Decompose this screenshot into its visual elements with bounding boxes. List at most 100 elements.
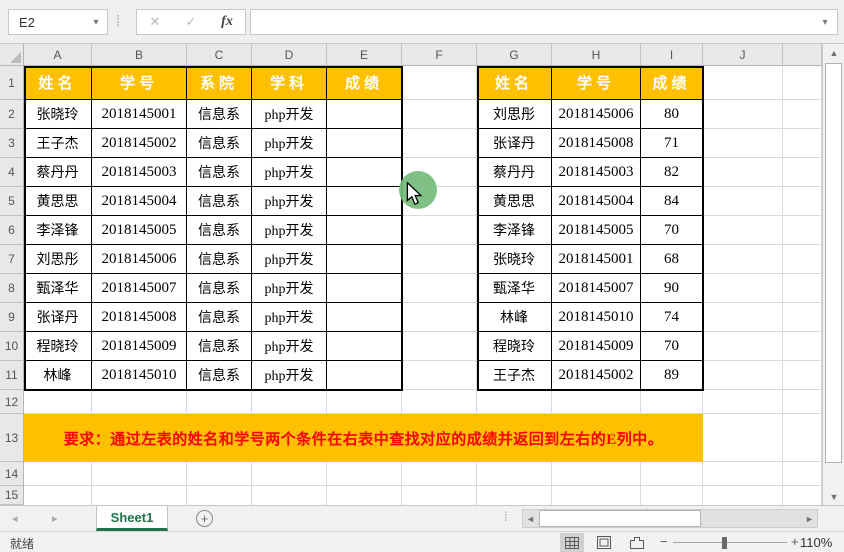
cell-I9[interactable]: 74 (641, 303, 703, 332)
cell[interactable] (783, 361, 822, 390)
cell[interactable] (402, 274, 477, 303)
cell-A11[interactable]: 林峰 (24, 361, 92, 390)
scroll-down-icon[interactable]: ▼ (823, 488, 844, 505)
cell-C7[interactable]: 信息系 (187, 245, 252, 274)
cell[interactable] (703, 462, 783, 486)
column-header-J[interactable]: J (703, 44, 783, 66)
cell[interactable] (783, 158, 822, 187)
row-header-14[interactable]: 14 (0, 462, 24, 486)
cell-B7[interactable]: 2018145006 (92, 245, 187, 274)
page-break-view-button[interactable] (625, 533, 649, 552)
cell[interactable] (402, 245, 477, 274)
cell[interactable] (783, 66, 822, 100)
cell[interactable] (703, 414, 783, 462)
cell-B9[interactable]: 2018145008 (92, 303, 187, 332)
formula-bar[interactable]: ▾ (250, 9, 838, 35)
horizontal-scrollbar-thumb[interactable] (539, 510, 701, 527)
sheet-tab-sheet1[interactable]: Sheet1 (96, 506, 168, 531)
cell-E5[interactable] (327, 187, 402, 216)
cell-I4[interactable]: 82 (641, 158, 703, 187)
cell-C6[interactable]: 信息系 (187, 216, 252, 245)
column-header-I[interactable]: I (641, 44, 703, 66)
cell-I2[interactable]: 80 (641, 100, 703, 129)
cell[interactable] (402, 129, 477, 158)
cell[interactable] (783, 245, 822, 274)
cell-D7[interactable]: php开发 (252, 245, 327, 274)
cell-G4[interactable]: 蔡丹丹 (477, 158, 552, 187)
cell[interactable] (783, 187, 822, 216)
add-sheet-button[interactable]: + (196, 510, 213, 527)
cell[interactable] (783, 462, 822, 486)
cell[interactable] (24, 462, 92, 486)
row-header-4[interactable]: 4 (0, 158, 24, 187)
cell[interactable] (402, 462, 477, 486)
cell[interactable] (703, 274, 783, 303)
cell-E11[interactable] (327, 361, 402, 390)
scroll-left-icon[interactable]: ◄ (523, 510, 538, 527)
cell-D1[interactable]: 学科 (252, 66, 327, 100)
name-box-value[interactable]: E2 (9, 15, 85, 30)
row-header-15[interactable]: 15 (0, 486, 24, 505)
cell[interactable] (252, 462, 327, 486)
row-header-10[interactable]: 10 (0, 332, 24, 361)
row-header-3[interactable]: 3 (0, 129, 24, 158)
cell[interactable] (92, 390, 187, 414)
cell-H1[interactable]: 学号 (552, 66, 641, 100)
column-header-G[interactable]: G (477, 44, 552, 66)
row-header-5[interactable]: 5 (0, 187, 24, 216)
cell-D6[interactable]: php开发 (252, 216, 327, 245)
select-all-corner[interactable] (0, 44, 24, 66)
cell-C2[interactable]: 信息系 (187, 100, 252, 129)
cell-H8[interactable]: 2018145007 (552, 274, 641, 303)
horizontal-scrollbar[interactable]: ◄ ► (522, 509, 818, 528)
row-header-9[interactable]: 9 (0, 303, 24, 332)
cell[interactable] (703, 100, 783, 129)
row-header-2[interactable]: 2 (0, 100, 24, 129)
cell[interactable] (783, 274, 822, 303)
cell-E2[interactable] (327, 100, 402, 129)
cell[interactable] (703, 216, 783, 245)
name-box-chevron-icon[interactable]: ▾ (85, 17, 107, 28)
cell-A7[interactable]: 刘思彤 (24, 245, 92, 274)
cell-A8[interactable]: 甄泽华 (24, 274, 92, 303)
cell-B5[interactable]: 2018145004 (92, 187, 187, 216)
cell-G3[interactable]: 张译丹 (477, 129, 552, 158)
row-header-7[interactable]: 7 (0, 245, 24, 274)
cell-B3[interactable]: 2018145002 (92, 129, 187, 158)
cell[interactable] (783, 414, 822, 462)
cell-I7[interactable]: 68 (641, 245, 703, 274)
cell[interactable] (187, 390, 252, 414)
cell-I11[interactable]: 89 (641, 361, 703, 390)
cell-A5[interactable]: 黄思思 (24, 187, 92, 216)
cell-G10[interactable]: 程晓玲 (477, 332, 552, 361)
cell-A10[interactable]: 程晓玲 (24, 332, 92, 361)
cell-E4[interactable] (327, 158, 402, 187)
cell-C11[interactable]: 信息系 (187, 361, 252, 390)
cell[interactable] (402, 390, 477, 414)
cell-E1[interactable]: 成绩 (327, 66, 402, 100)
zoom-slider-handle[interactable] (722, 537, 727, 549)
cell-G9[interactable]: 林峰 (477, 303, 552, 332)
zoom-slider-track[interactable] (673, 542, 787, 543)
vertical-scrollbar-thumb[interactable] (825, 63, 842, 463)
cell-H3[interactable]: 2018145008 (552, 129, 641, 158)
cell[interactable] (552, 390, 641, 414)
column-header-H[interactable]: H (552, 44, 641, 66)
column-header-D[interactable]: D (252, 44, 327, 66)
cell-D10[interactable]: php开发 (252, 332, 327, 361)
cell-D9[interactable]: php开发 (252, 303, 327, 332)
cell-B8[interactable]: 2018145007 (92, 274, 187, 303)
cell-C4[interactable]: 信息系 (187, 158, 252, 187)
cell[interactable] (402, 332, 477, 361)
cell-D5[interactable]: php开发 (252, 187, 327, 216)
insert-function-icon[interactable]: fx (212, 14, 242, 30)
next-sheet-icon[interactable]: ▸ (52, 512, 58, 525)
cell[interactable] (402, 66, 477, 100)
cell-E9[interactable] (327, 303, 402, 332)
cell-I6[interactable]: 70 (641, 216, 703, 245)
cell[interactable] (402, 303, 477, 332)
cell-C5[interactable]: 信息系 (187, 187, 252, 216)
cell[interactable] (703, 245, 783, 274)
cell-H10[interactable]: 2018145009 (552, 332, 641, 361)
cancel-icon[interactable]: ✕ (140, 14, 170, 30)
